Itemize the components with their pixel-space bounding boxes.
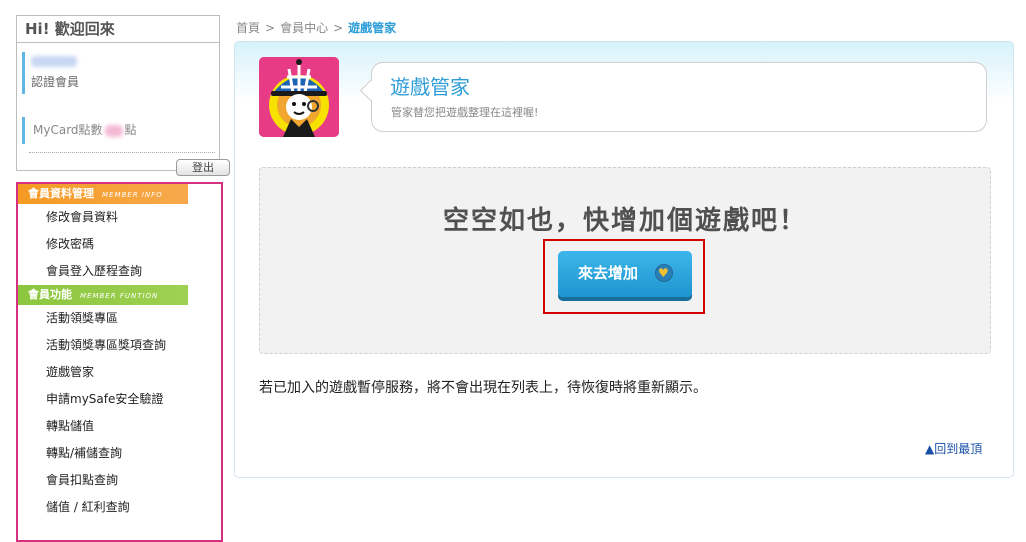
menu-section-title: 會員功能 (28, 288, 72, 301)
account-info: 認證會員 (22, 52, 221, 94)
menu-item-login-history[interactable]: 會員登入歷程查詢 (18, 258, 221, 285)
menu-item-transfer-topup[interactable]: 轉點儲值 (18, 413, 221, 440)
menu-item-transfer-query[interactable]: 轉點/補儲查詢 (18, 440, 221, 467)
menu-item-topup-bonus-query[interactable]: 儲值 / 紅利查詢 (18, 494, 221, 521)
add-game-button[interactable]: 來去增加 (558, 251, 692, 297)
member-greeting-box: Hi! 歡迎回來 認證會員 MyCard點數 點 登出 (16, 15, 230, 176)
points-label: MyCard點數 (33, 123, 103, 137)
breadcrumb-member-center[interactable]: 會員中心 (280, 21, 328, 35)
menu-section-member-function: 會員功能 MEMBER FUNTION (18, 285, 188, 305)
greeting-title: Hi! 歡迎回來 (17, 16, 219, 43)
empty-state-message: 空空如也，快增加個遊戲吧！ (442, 206, 807, 236)
menu-item-edit-profile[interactable]: 修改會員資料 (18, 204, 221, 231)
mycard-points: MyCard點數 點 (22, 117, 221, 144)
breadcrumb: 首頁 > 會員中心 > 遊戲管家 (236, 19, 396, 36)
menu-item-change-password[interactable]: 修改密碼 (18, 231, 221, 258)
divider (29, 152, 215, 153)
menu-section-title-en: MEMBER FUNTION (80, 292, 159, 300)
breadcrumb-separator: > (265, 21, 276, 35)
menu-item-deduction-query[interactable]: 會員扣點查詢 (18, 467, 221, 494)
add-game-button-label: 來去增加 (578, 264, 639, 282)
menu-item-mysafe[interactable]: 申請mySafe安全驗證 (18, 386, 221, 413)
service-notice: 若已加入的遊戲暫停服務，將不會出現在列表上，待恢復時將重新顯示。 (259, 380, 707, 396)
game-manager-mascot-icon (259, 57, 339, 137)
breadcrumb-separator: > (333, 21, 344, 35)
menu-section-title-en: MEMBER INFO (102, 191, 163, 199)
member-menu: 會員資料管理 MEMBER INFO 修改會員資料 修改密碼 會員登入歷程查詢 會… (16, 182, 223, 542)
account-name-redacted (31, 56, 77, 67)
member-level: 認證會員 (31, 75, 80, 89)
page-subtitle: 管家替您把遊戲整理在這裡喔! (391, 106, 539, 119)
menu-section-member-info: 會員資料管理 MEMBER INFO (18, 184, 188, 204)
menu-item-game-manager[interactable]: 遊戲管家 (18, 359, 221, 386)
menu-section-title: 會員資料管理 (28, 187, 94, 200)
menu-item-event-rewards-query[interactable]: 活動領獎專區獎項查詢 (18, 332, 221, 359)
menu-item-event-rewards[interactable]: 活動領獎專區 (18, 305, 221, 332)
back-to-top-link[interactable]: ▲回到最頂 (925, 440, 982, 457)
points-unit: 點 (124, 123, 137, 137)
page-header: 遊戲管家 管家替您把遊戲整理在這裡喔! (359, 62, 987, 132)
points-value-redacted (104, 124, 123, 137)
breadcrumb-current: 遊戲管家 (348, 21, 397, 35)
page-title: 遊戲管家 (390, 75, 470, 99)
logout-button[interactable]: 登出 (176, 159, 230, 176)
heart-icon (655, 251, 673, 295)
breadcrumb-home[interactable]: 首頁 (236, 21, 260, 35)
